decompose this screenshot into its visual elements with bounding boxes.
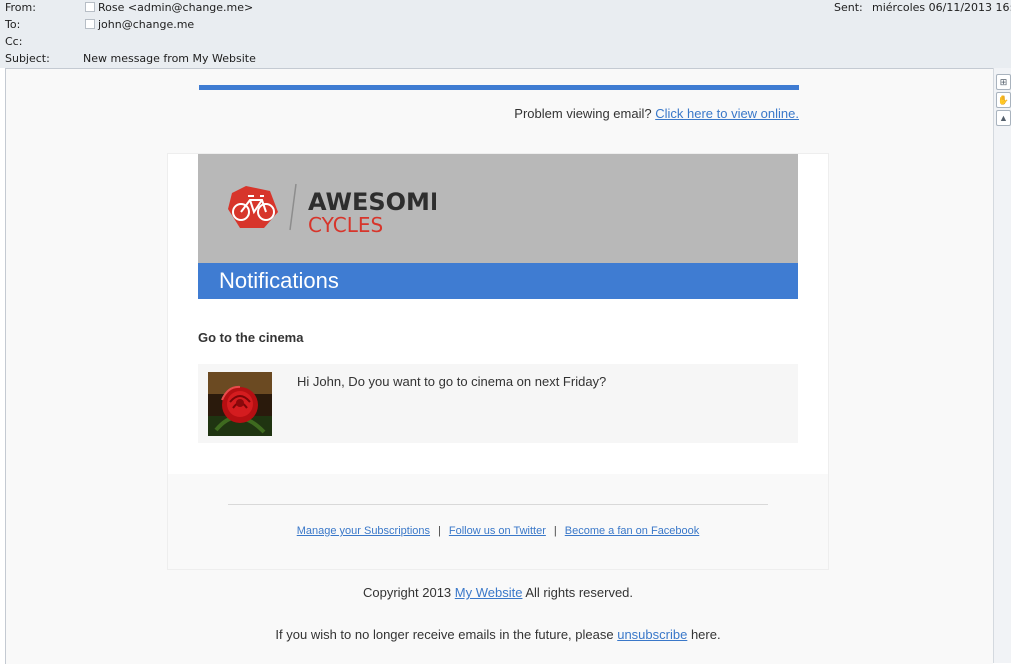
footer-links: Manage your Subscriptions | Follow us on T… bbox=[168, 525, 828, 537]
hand-icon[interactable]: ✋ bbox=[996, 92, 1011, 108]
avatar bbox=[208, 372, 272, 436]
subject-value: New message from My Website bbox=[83, 52, 256, 65]
twitter-link[interactable]: Follow us on Twitter bbox=[449, 525, 546, 537]
post-title: Go to the cinema bbox=[198, 330, 304, 345]
from-label: From: bbox=[5, 1, 36, 14]
message-text: Hi John, Do you want to go to cinema on … bbox=[297, 374, 607, 389]
from-checkbox[interactable] bbox=[85, 2, 95, 12]
view-online-row: Problem viewing email? Click here to vie… bbox=[199, 106, 799, 121]
scroll-up-icon[interactable]: ▲ bbox=[996, 110, 1011, 126]
bicycle-logo-icon: AWESOME CYCLES bbox=[228, 183, 446, 237]
my-website-link[interactable]: My Website bbox=[455, 585, 523, 600]
unsubscribe-link[interactable]: unsubscribe bbox=[617, 627, 687, 642]
sent-label: Sent: bbox=[834, 1, 863, 14]
brand-logo: AWESOME CYCLES bbox=[226, 182, 446, 239]
copyright-line: Copyright 2013 My Website All rights res… bbox=[167, 585, 829, 600]
to-label: To: bbox=[5, 18, 21, 31]
message-body[interactable]: Problem viewing email? Click here to vie… bbox=[5, 68, 993, 664]
zoom-icon[interactable]: ⊞ bbox=[996, 74, 1011, 90]
from-value[interactable]: Rose <admin@change.me> bbox=[85, 0, 253, 16]
cc-label: Cc: bbox=[5, 35, 23, 48]
email-card: AWESOME CYCLES Notifications Go to the c… bbox=[167, 153, 829, 570]
to-value[interactable]: john@change.me bbox=[85, 17, 194, 33]
message-item: Hi John, Do you want to go to cinema on … bbox=[198, 364, 798, 443]
unsub-prefix: If you wish to no longer receive emails … bbox=[275, 627, 614, 642]
card-footer: Manage your Subscriptions | Follow us on T… bbox=[168, 474, 828, 569]
brand-banner: AWESOME CYCLES bbox=[198, 154, 798, 263]
subject-label: Subject: bbox=[5, 52, 50, 65]
to-checkbox[interactable] bbox=[85, 19, 95, 29]
brand-name-line2: CYCLES bbox=[308, 213, 383, 234]
copyright-prefix: Copyright 2013 bbox=[362, 585, 452, 600]
manage-subscriptions-link[interactable]: Manage your Subscriptions bbox=[297, 525, 430, 537]
view-online-link[interactable]: Click here to view online. bbox=[655, 106, 799, 121]
vertical-scrollbar[interactable]: ⊞ ✋ ▲ bbox=[993, 68, 1011, 663]
rose-avatar-icon bbox=[208, 372, 272, 436]
sent-value: miércoles 06/11/2013 16:59 bbox=[872, 1, 1011, 14]
unsub-suffix: here. bbox=[690, 627, 721, 642]
brand-name-line1: AWESOME bbox=[308, 188, 436, 216]
facebook-link[interactable]: Become a fan on Facebook bbox=[565, 525, 700, 537]
problem-text: Problem viewing email? bbox=[514, 106, 652, 121]
notification-content: Go to the cinema Hi John, Do you want to… bbox=[168, 299, 828, 474]
top-accent-bar bbox=[199, 85, 799, 90]
notifications-title: Notifications bbox=[198, 263, 798, 299]
footer-divider bbox=[228, 504, 768, 505]
copyright-suffix: All rights reserved. bbox=[525, 585, 634, 600]
unsubscribe-line: If you wish to no longer receive emails … bbox=[167, 627, 829, 642]
email-header: From: Rose <admin@change.me> To: john@ch… bbox=[0, 0, 1011, 68]
footer-separator: | bbox=[553, 525, 557, 537]
footer-separator: | bbox=[438, 525, 441, 537]
